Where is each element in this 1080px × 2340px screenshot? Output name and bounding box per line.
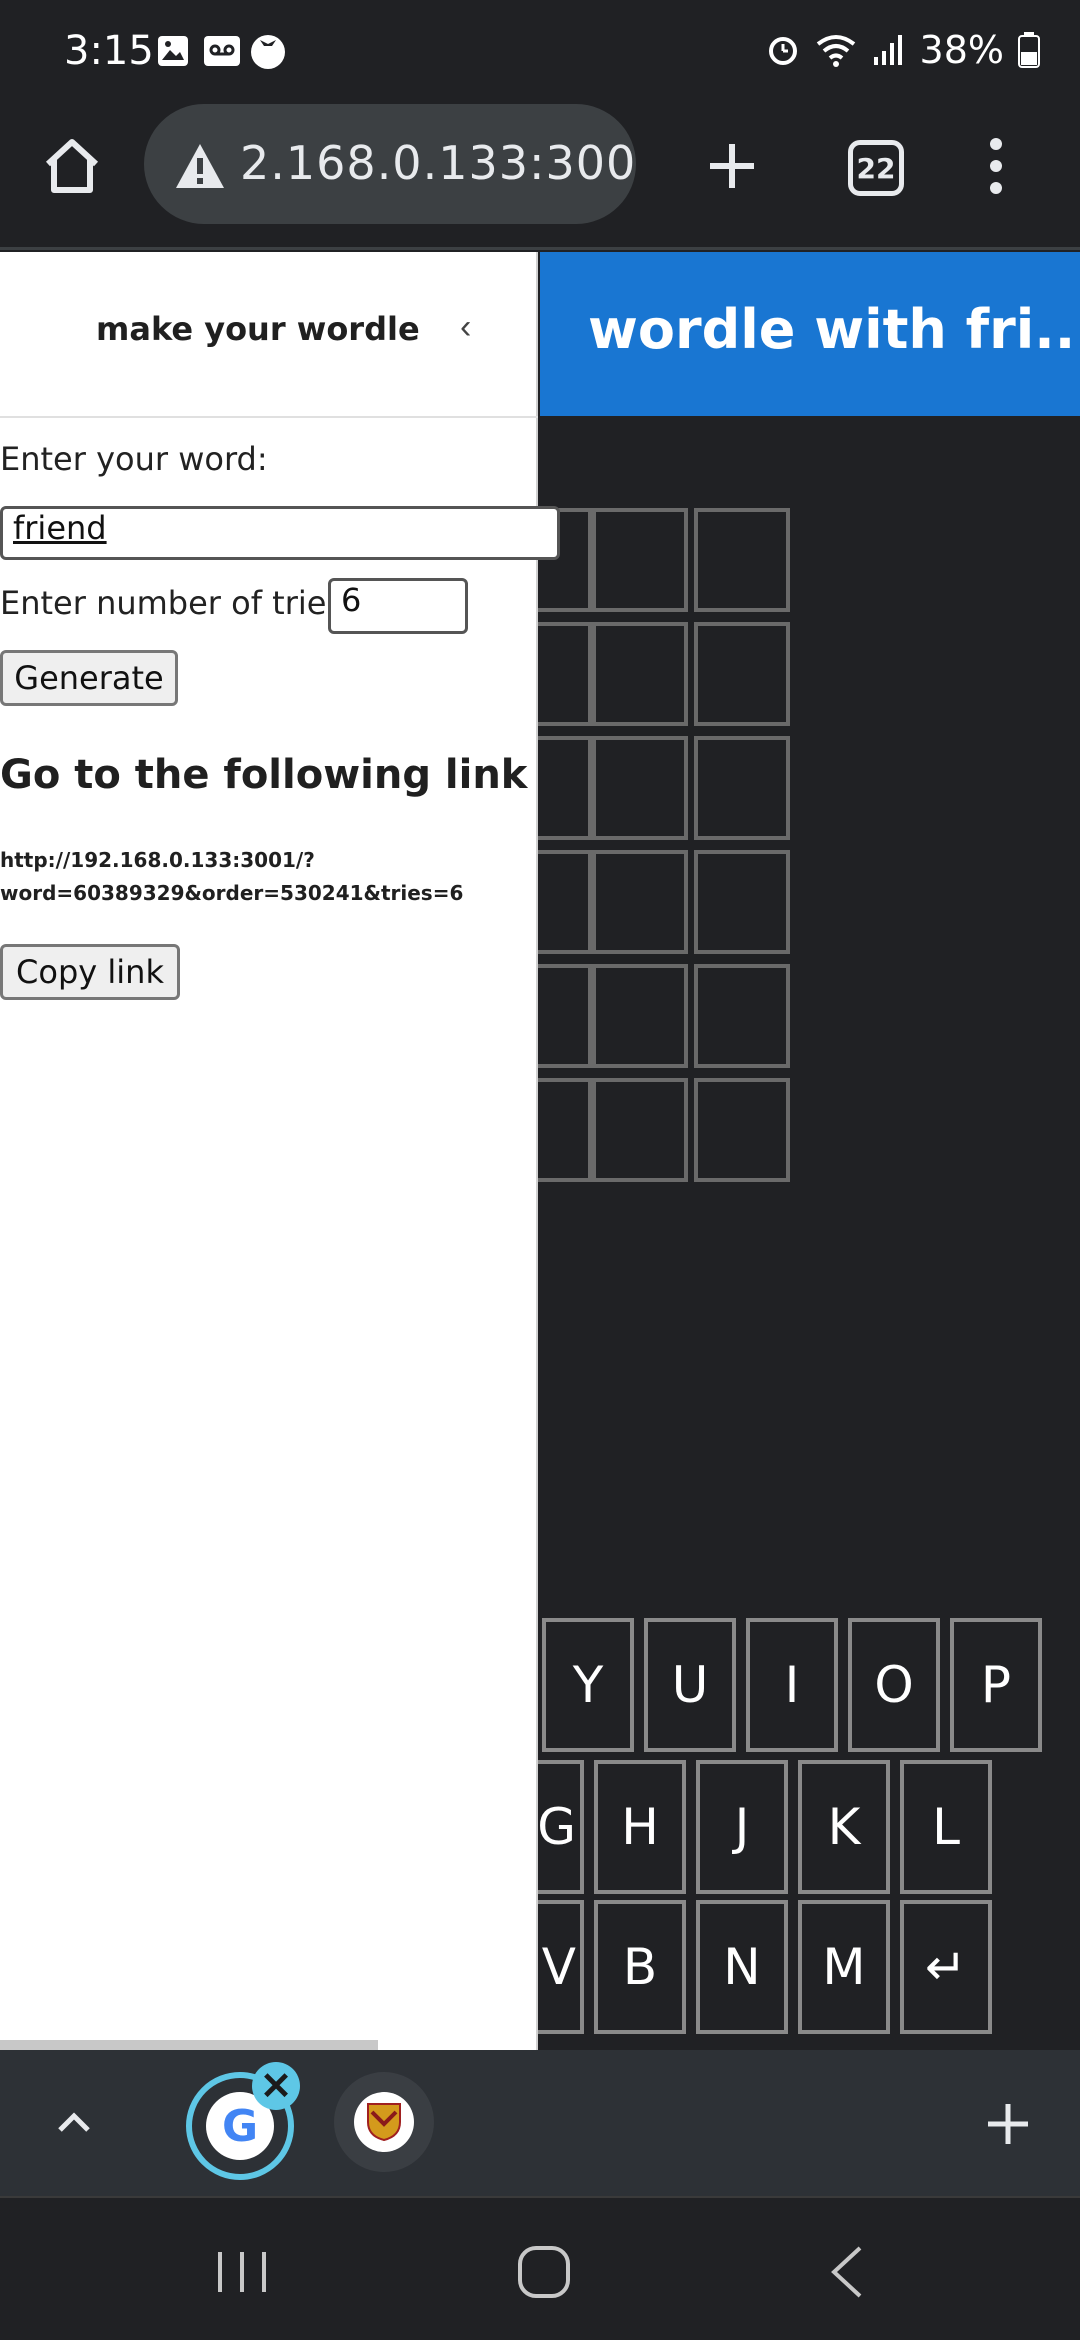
- tab-switcher-button[interactable]: 22: [848, 140, 904, 196]
- home-icon[interactable]: [40, 134, 104, 198]
- grid-cell: [694, 508, 790, 612]
- drawer-header: make your wordle ‹: [0, 252, 538, 418]
- grid-cell: [592, 508, 688, 612]
- grid-cell: [592, 622, 688, 726]
- chevron-up-icon[interactable]: [52, 2100, 96, 2144]
- status-right: 38%: [766, 28, 1040, 72]
- key-n[interactable]: N: [696, 1900, 788, 2034]
- browser-toolbar: 2.168.0.133:3001 22: [0, 104, 1080, 250]
- battery-percent: 38%: [919, 28, 1004, 72]
- key-m[interactable]: M: [798, 1900, 890, 2034]
- key-p[interactable]: P: [950, 1618, 1042, 1752]
- warning-icon[interactable]: [174, 142, 226, 190]
- grid-cell: [694, 736, 790, 840]
- key-j[interactable]: J: [696, 1760, 788, 1894]
- url-bar[interactable]: 2.168.0.133:3001: [144, 104, 636, 224]
- system-nav-bar: [0, 2196, 1080, 2340]
- grid-cell: [592, 736, 688, 840]
- wifi-icon: [816, 35, 855, 67]
- key-k[interactable]: K: [798, 1760, 890, 1894]
- generate-button[interactable]: Generate: [0, 650, 178, 706]
- back-icon[interactable]: [826, 2244, 866, 2300]
- key-i[interactable]: I: [746, 1618, 838, 1752]
- grid-cell: [694, 1078, 790, 1182]
- gallery-icon: [158, 36, 188, 66]
- key-y[interactable]: Y: [542, 1618, 634, 1752]
- add-tab-icon[interactable]: [984, 2100, 1032, 2148]
- key-o[interactable]: O: [848, 1618, 940, 1752]
- crest-icon: [354, 2092, 414, 2152]
- key-b[interactable]: B: [594, 1900, 686, 2034]
- tries-input[interactable]: 6: [328, 578, 468, 634]
- drawer-title: make your wordle: [96, 310, 420, 348]
- app-title: wordle with fri...: [588, 298, 1080, 361]
- tab-university[interactable]: [334, 2072, 434, 2172]
- home-nav-icon[interactable]: [516, 2244, 572, 2300]
- generated-link: http://192.168.0.133:3001/?word=60389329…: [0, 848, 464, 905]
- word-label: Enter your word:: [0, 440, 268, 478]
- collapse-drawer-icon[interactable]: ‹: [460, 308, 490, 358]
- key-l[interactable]: L: [900, 1760, 992, 1894]
- new-tab-icon[interactable]: [700, 134, 764, 198]
- key-h[interactable]: H: [594, 1760, 686, 1894]
- status-bar: 3:15 38%: [0, 0, 1080, 104]
- copy-link-button[interactable]: Copy link: [0, 944, 180, 1000]
- app-header: wordle with fri...: [540, 252, 1080, 416]
- signal-icon: [873, 35, 902, 65]
- recents-icon[interactable]: [214, 2250, 270, 2294]
- grid-cell: [592, 1078, 688, 1182]
- battery-icon: [1018, 32, 1040, 68]
- url-text[interactable]: 2.168.0.133:3001: [240, 136, 636, 190]
- close-tab-icon[interactable]: ✕: [252, 2062, 300, 2110]
- enter-key[interactable]: ↵: [900, 1900, 992, 2034]
- word-input[interactable]: friend: [0, 506, 560, 560]
- grid-cell: [592, 964, 688, 1068]
- link-heading: Go to the following link: [0, 752, 528, 798]
- tab-strip: G ✕: [0, 2050, 1080, 2196]
- status-time: 3:15: [64, 28, 154, 74]
- tries-label: Enter number of tries:: [0, 584, 354, 622]
- grid-cell: [694, 850, 790, 954]
- voicemail-icon: [204, 36, 240, 66]
- grid-cell: [694, 622, 790, 726]
- grid-cell: [694, 964, 790, 1068]
- overflow-menu-icon[interactable]: [976, 134, 1016, 198]
- alarm-icon: [768, 37, 797, 65]
- grid-cell: [592, 850, 688, 954]
- tomato-icon: [251, 35, 285, 69]
- make-wordle-drawer: make your wordle ‹ Enter your word: frie…: [0, 252, 560, 2052]
- key-u[interactable]: U: [644, 1618, 736, 1752]
